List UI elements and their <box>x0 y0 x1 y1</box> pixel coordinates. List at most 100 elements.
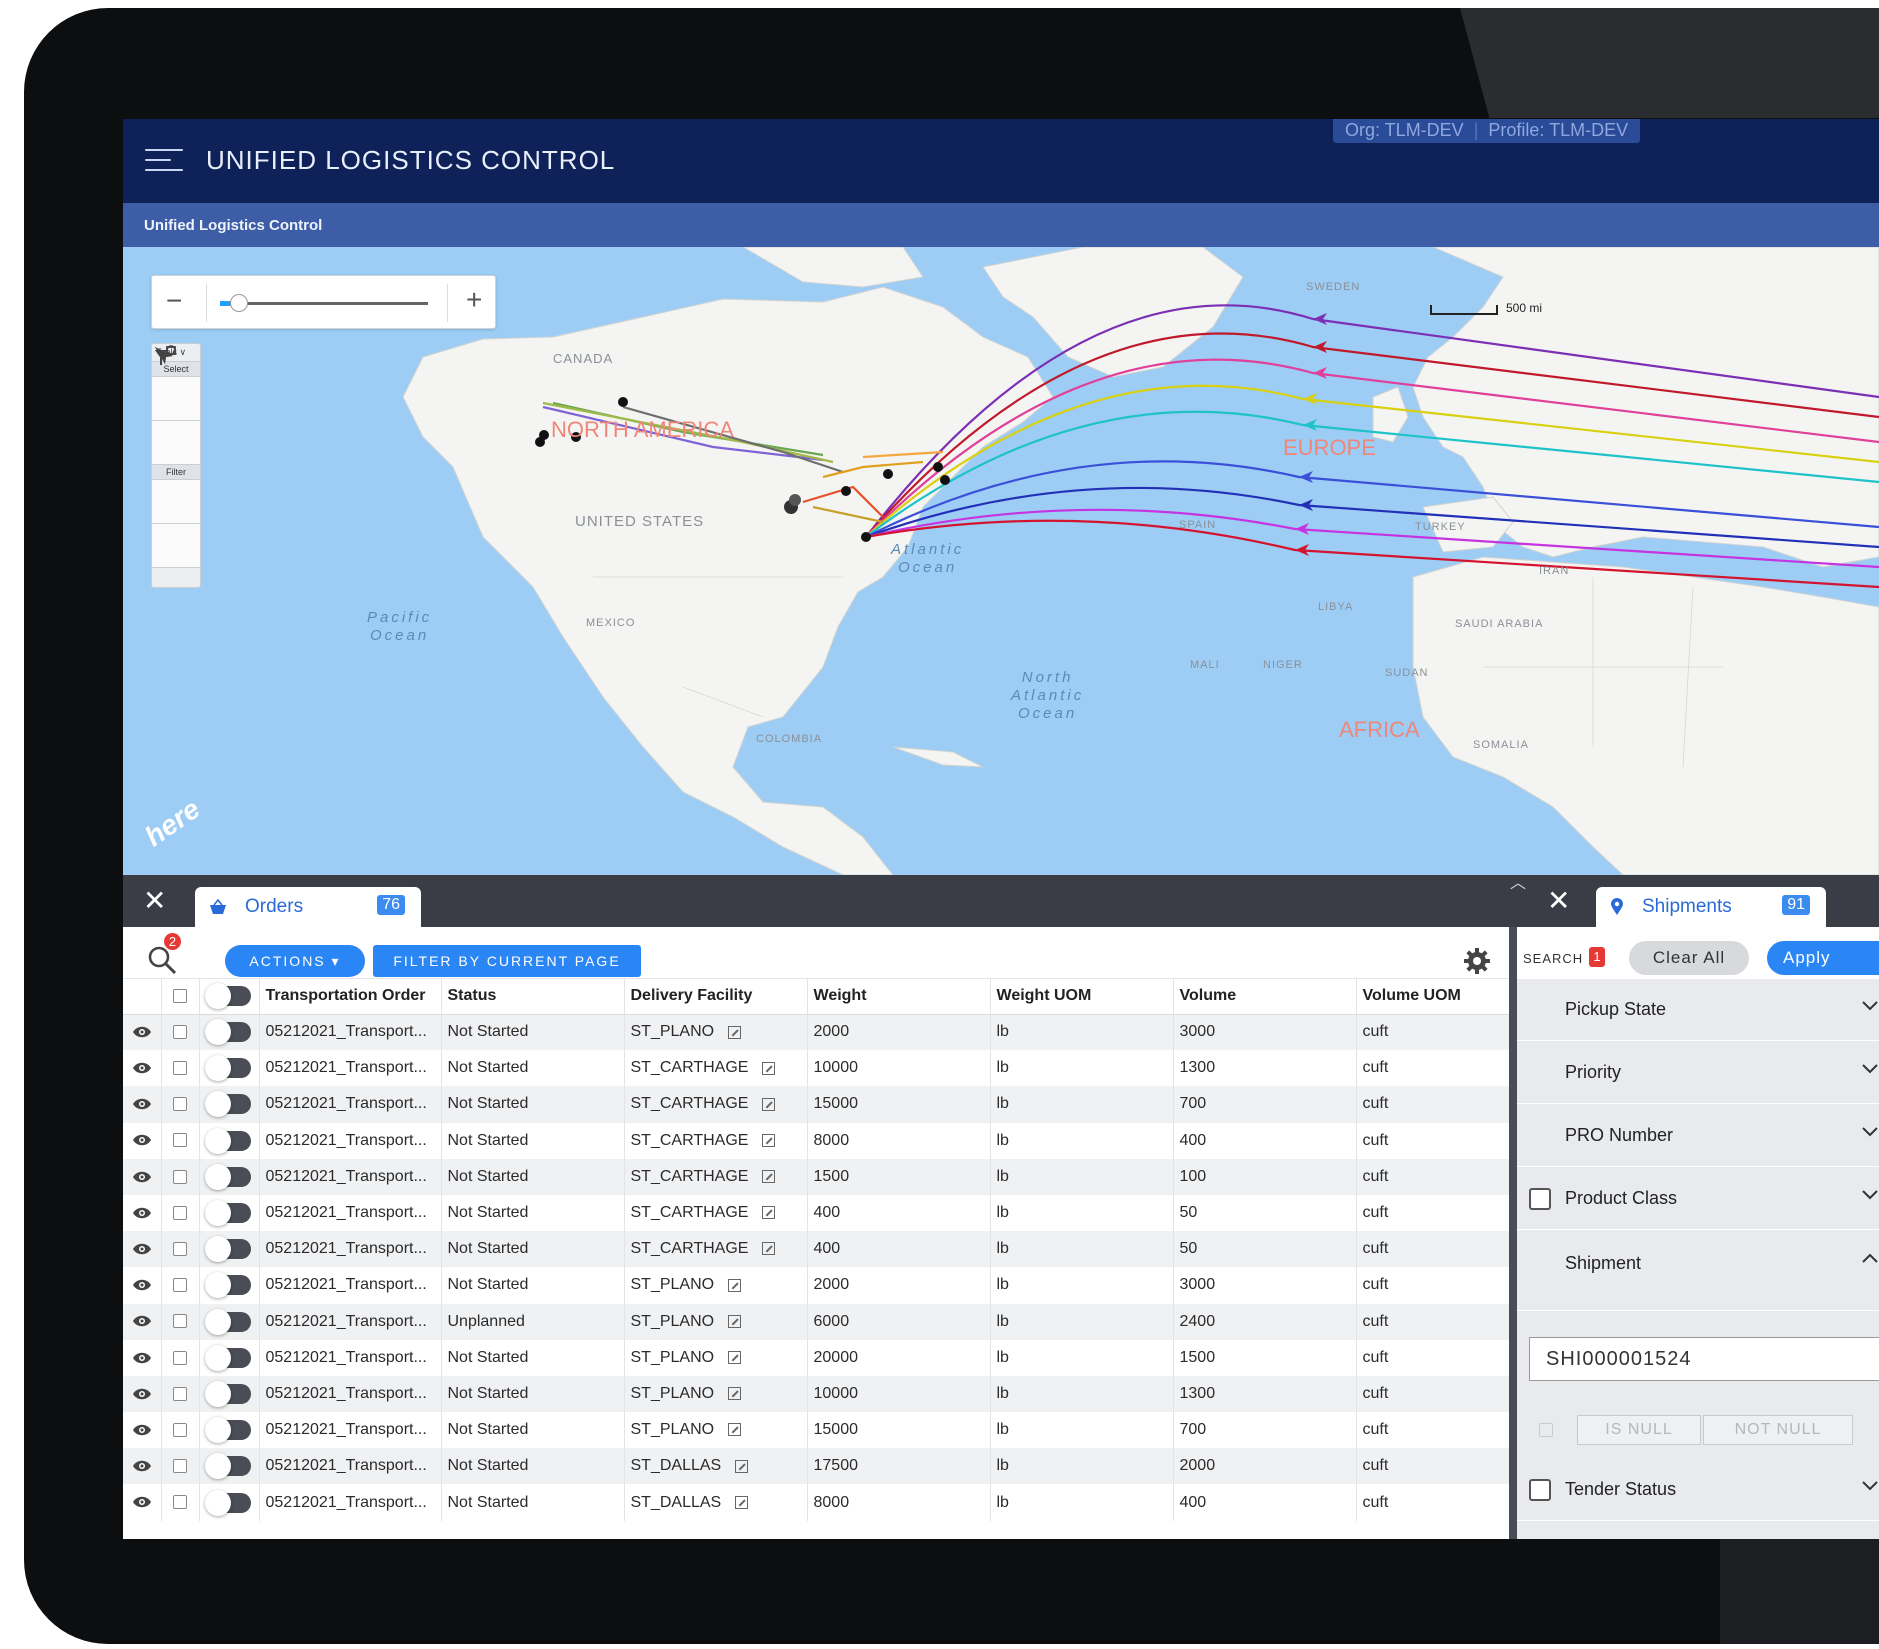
eye-icon[interactable] <box>132 1314 152 1328</box>
tab-shipments[interactable]: Shipments 91 <box>1596 887 1826 927</box>
row-checkbox[interactable] <box>173 1133 187 1148</box>
row-checkbox[interactable] <box>173 1278 187 1293</box>
zoom-slider-thumb[interactable] <box>229 294 248 312</box>
row-toggle-switch[interactable] <box>205 1272 251 1299</box>
close-orders-icon[interactable]: ✕ <box>143 887 166 915</box>
open-link-icon[interactable] <box>762 1097 776 1111</box>
facet-tender-status[interactable]: Tender Status <box>1517 1459 1879 1521</box>
eye-icon[interactable] <box>132 1242 152 1256</box>
row-toggle-switch[interactable] <box>205 1236 251 1263</box>
row-toggle-switch[interactable] <box>205 1019 251 1046</box>
row-toggle-switch[interactable] <box>205 1055 251 1082</box>
row-checkbox[interactable] <box>173 1350 187 1365</box>
table-row[interactable]: 05212021_Transport... Not Started ST_PLANO… <box>123 1412 1509 1449</box>
open-link-icon[interactable] <box>728 1387 742 1401</box>
open-link-icon[interactable] <box>728 1351 742 1365</box>
eye-icon[interactable] <box>132 1278 152 1292</box>
search-icon[interactable] <box>147 945 177 980</box>
table-row[interactable]: 05212021_Transport... Not Started ST_PLANO… <box>123 1014 1509 1051</box>
row-toggle-switch[interactable] <box>205 1308 251 1335</box>
row-toggle-switch[interactable] <box>205 1344 251 1371</box>
column-header[interactable]: Delivery Facility <box>624 979 808 1015</box>
table-row[interactable]: 05212021_Transport... Not Started ST_PLANO… <box>123 1267 1509 1304</box>
chevron-up-icon[interactable]: ︿ <box>1510 869 1532 892</box>
eye-icon[interactable] <box>132 1061 152 1075</box>
eye-icon[interactable] <box>132 1206 152 1220</box>
row-toggle-switch[interactable] <box>205 1163 251 1190</box>
hamburger-menu-icon[interactable] <box>145 149 183 173</box>
facet-pickup-state[interactable]: Pickup State <box>1517 979 1879 1041</box>
open-link-icon[interactable] <box>728 1278 742 1292</box>
apply-button[interactable]: Apply <box>1767 941 1879 975</box>
eye-icon[interactable] <box>132 1133 152 1147</box>
row-toggle-switch[interactable] <box>205 1417 251 1444</box>
column-header[interactable]: Weight <box>807 979 991 1015</box>
table-row[interactable]: 05212021_Transport... Not Started ST_PLANO… <box>123 1339 1509 1376</box>
table-row[interactable]: 05212021_Transport... Not Started ST_CARTH… <box>123 1158 1509 1195</box>
eye-icon[interactable] <box>132 1495 152 1509</box>
lasso-filter-tool-icon[interactable] <box>152 345 200 524</box>
row-checkbox[interactable] <box>173 1061 187 1076</box>
eye-icon[interactable] <box>132 1025 152 1039</box>
open-link-icon[interactable] <box>735 1459 749 1473</box>
row-toggle-switch[interactable] <box>205 1091 251 1118</box>
facet-product-class[interactable]: Product Class <box>1517 1168 1879 1230</box>
row-checkbox[interactable] <box>173 1025 187 1040</box>
row-checkbox[interactable] <box>173 1169 187 1184</box>
is-null-button[interactable]: IS NULL <box>1577 1415 1701 1445</box>
filter-by-current-page-button[interactable]: FILTER BY CURRENT PAGE <box>373 945 641 977</box>
row-toggle-switch[interactable] <box>205 1453 251 1480</box>
row-toggle-switch[interactable] <box>205 1489 251 1516</box>
gear-icon[interactable] <box>1463 947 1491 980</box>
open-link-icon[interactable] <box>762 1061 776 1075</box>
eye-icon[interactable] <box>132 1423 152 1437</box>
table-row[interactable]: 05212021_Transport... Not Started ST_DALLA… <box>123 1484 1509 1521</box>
lasso-select-tool-icon[interactable] <box>152 345 200 421</box>
breadcrumb[interactable]: Unified Logistics Control <box>144 217 322 234</box>
shipment-id-input[interactable] <box>1529 1337 1879 1381</box>
rectangle-select-tool-icon[interactable] <box>152 346 200 465</box>
row-checkbox[interactable] <box>173 1314 187 1329</box>
column-header[interactable]: Status <box>441 979 625 1015</box>
close-shipments-icon[interactable]: ✕ <box>1547 887 1570 915</box>
row-toggle-switch[interactable] <box>205 1380 251 1407</box>
toggle-all-switch[interactable] <box>205 983 251 1010</box>
zoom-slider-track[interactable] <box>220 302 428 305</box>
open-link-icon[interactable] <box>762 1133 776 1147</box>
table-row[interactable]: 05212021_Transport... Not Started ST_PLANO… <box>123 1375 1509 1413</box>
row-checkbox[interactable] <box>173 1097 187 1112</box>
open-link-icon[interactable] <box>762 1242 776 1256</box>
row-toggle-switch[interactable] <box>205 1127 251 1154</box>
column-header[interactable]: Weight UOM <box>990 979 1174 1015</box>
facet-shipment[interactable]: Shipment <box>1517 1231 1879 1311</box>
tender-status-checkbox[interactable] <box>1529 1479 1551 1501</box>
table-row[interactable]: 05212021_Transport... Not Started ST_DALLA… <box>123 1448 1509 1485</box>
table-row[interactable]: 05212021_Transport... Not Started ST_CARTH… <box>123 1122 1509 1159</box>
open-link-icon[interactable] <box>728 1025 742 1039</box>
eye-icon[interactable] <box>132 1459 152 1473</box>
open-link-icon[interactable] <box>728 1314 742 1328</box>
row-checkbox[interactable] <box>173 1205 187 1220</box>
map-view[interactable]: CANADA NORTH AMERICA UNITED STATES MEXIC… <box>123 247 1879 875</box>
not-null-button[interactable]: NOT NULL <box>1703 1415 1853 1445</box>
row-checkbox[interactable] <box>173 1241 187 1256</box>
panel-resize-handle[interactable] <box>1509 927 1517 1539</box>
open-link-icon[interactable] <box>762 1170 776 1184</box>
clear-all-button[interactable]: Clear All <box>1629 941 1749 975</box>
row-checkbox[interactable] <box>173 1386 187 1401</box>
table-row[interactable]: 05212021_Transport... Not Started ST_CARTH… <box>123 1086 1509 1123</box>
column-header[interactable]: Volume <box>1173 979 1357 1015</box>
zoom-in-button[interactable]: + <box>466 286 482 314</box>
table-row[interactable]: 05212021_Transport... Not Started ST_CARTH… <box>123 1231 1509 1268</box>
row-checkbox[interactable] <box>173 1422 187 1437</box>
org-profile-indicator[interactable]: Org: TLM-DEV | Profile: TLM-DEV <box>1333 119 1641 143</box>
select-all-checkbox[interactable] <box>173 989 187 1004</box>
tab-orders[interactable]: Orders 76 <box>195 887 421 927</box>
eye-icon[interactable] <box>132 1387 152 1401</box>
table-row[interactable]: 05212021_Transport... Unplanned ST_PLANO 60… <box>123 1303 1509 1340</box>
eye-icon[interactable] <box>132 1170 152 1184</box>
facet-pro-number[interactable]: PRO Number <box>1517 1105 1879 1167</box>
table-row[interactable]: 05212021_Transport... Not Started ST_CARTH… <box>123 1194 1509 1232</box>
column-header[interactable]: Transportation Order <box>259 979 442 1015</box>
row-checkbox[interactable] <box>173 1459 187 1474</box>
